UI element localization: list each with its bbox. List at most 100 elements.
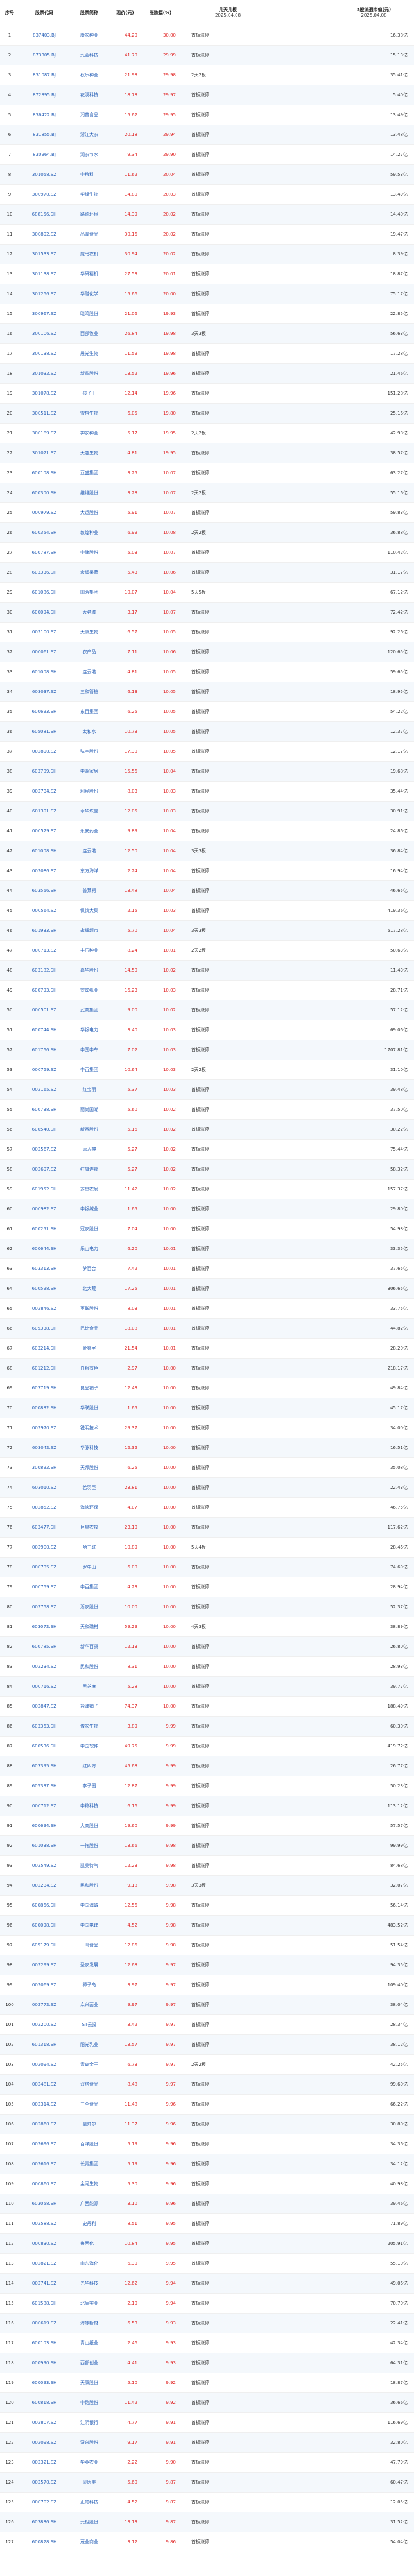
table-row[interactable]: 64 600598.SH 北大荒 17.25 10.01 首板涨停 306.65亿 xyxy=(0,1279,414,1299)
table-row[interactable]: 82 600785.SH 新华百货 12.13 10.00 首板涨停 26.80亿 xyxy=(0,1637,414,1657)
stock-code-link[interactable]: 600103.SH xyxy=(19,2333,69,2353)
table-row[interactable]: 76 603477.SH 巨星农牧 23.10 10.00 首板涨停 117.62亿 xyxy=(0,1518,414,1538)
table-row[interactable]: 7 830964.BJ 润农节水 9.34 29.90 首板涨停 14.27亿 xyxy=(0,145,414,165)
stock-name-link[interactable]: 双塔食品 xyxy=(69,2075,109,2095)
stock-name-link[interactable]: 李子园 xyxy=(69,1776,109,1796)
table-row[interactable]: 45 000564.SZ 供销大集 2.15 10.03 首板涨停 419.36亿 xyxy=(0,901,414,921)
header-stock-name[interactable]: 股票简称 xyxy=(69,0,109,26)
table-row[interactable]: 127 600828.SH 茂业商业 3.12 9.86 首板涨停 54.04亿 xyxy=(0,2532,414,2552)
stock-name-link[interactable]: 农产品 xyxy=(69,642,109,662)
stock-name-link[interactable]: 丰乐种业 xyxy=(69,941,109,961)
table-row[interactable]: 31 002100.SZ 天康生物 6.57 10.05 首板涨停 92.26亿 xyxy=(0,623,414,642)
table-row[interactable]: 26 600354.SH 敦煌种业 6.99 10.08 2天2板 36.88亿 xyxy=(0,523,414,543)
stock-code-link[interactable]: 603214.SH xyxy=(19,1339,69,1359)
stock-code-link[interactable]: 002234.SZ xyxy=(19,1657,69,1677)
stock-name-link[interactable]: 嘉华股份 xyxy=(69,961,109,981)
stock-code-link[interactable]: 600787.SH xyxy=(19,543,69,563)
table-row[interactable]: 85 002847.SZ 盐津铺子 74.37 10.00 首板涨停 188.49亿 xyxy=(0,1697,414,1717)
table-row[interactable]: 96 600098.SH 中国电建 4.52 9.98 首板涨停 483.52亿 xyxy=(0,1916,414,1936)
stock-code-link[interactable]: 301021.SZ xyxy=(19,443,69,463)
stock-code-link[interactable]: 601038.SH xyxy=(19,1836,69,1856)
stock-name-link[interactable]: 新赛股份 xyxy=(69,1120,109,1140)
stock-code-link[interactable]: 600785.SH xyxy=(19,1637,69,1657)
stock-name-link[interactable]: 中粮科工 xyxy=(69,165,109,185)
stock-name-link[interactable]: 天邦股份 xyxy=(69,1458,109,1478)
stock-name-link[interactable]: 哈三联 xyxy=(69,1538,109,1558)
stock-name-link[interactable]: 天康生物 xyxy=(69,623,109,642)
table-row[interactable]: 124 002570.SZ 贝因美 5.60 9.87 首板涨停 60.47亿 xyxy=(0,2473,414,2493)
stock-name-link[interactable]: 山东海化 xyxy=(69,2254,109,2274)
stock-code-link[interactable]: 002697.SZ xyxy=(19,1160,69,1180)
stock-name-link[interactable]: 青岛金王 xyxy=(69,2055,109,2075)
stock-code-link[interactable]: 000830.SZ xyxy=(19,2234,69,2254)
stock-code-link[interactable]: 603037.SZ xyxy=(19,682,69,702)
stock-code-link[interactable]: 603010.SZ xyxy=(19,1478,69,1498)
stock-code-link[interactable]: 000501.SZ xyxy=(19,1000,69,1020)
table-row[interactable]: 5 836422.BJ 润普食品 15.62 29.95 首板涨停 13.49亿 xyxy=(0,105,414,125)
table-row[interactable]: 103 002094.SZ 青岛金王 6.73 9.97 2天2板 42.25亿 xyxy=(0,2055,414,2075)
stock-name-link[interactable]: 英联股份 xyxy=(69,1299,109,1319)
stock-name-link[interactable]: 宜宾纸业 xyxy=(69,981,109,1000)
stock-name-link[interactable]: 大商股份 xyxy=(69,1816,109,1836)
stock-code-link[interactable]: 601212.SH xyxy=(19,1359,69,1378)
stock-name-link[interactable]: 路德环境 xyxy=(69,205,109,225)
stock-name-link[interactable]: 唐人神 xyxy=(69,1140,109,1160)
stock-code-link[interactable]: 002852.SZ xyxy=(19,1498,69,1518)
stock-code-link[interactable]: 000882.SH xyxy=(19,1398,69,1418)
stock-code-link[interactable]: 601086.SH xyxy=(19,583,69,603)
table-row[interactable]: 80 002758.SZ 浙农股份 10.00 10.00 首板涨停 52.37亿 xyxy=(0,1597,414,1617)
table-row[interactable]: 117 600103.SH 青山纸业 2.46 9.93 首板涨停 42.34亿 xyxy=(0,2333,414,2353)
table-row[interactable]: 110 603058.SH 广西能源 3.10 9.96 首板涨停 39.46亿 xyxy=(0,2194,414,2214)
stock-code-link[interactable]: 603313.SH xyxy=(19,1259,69,1279)
stock-code-link[interactable]: 873305.BJ xyxy=(19,46,69,65)
stock-name-link[interactable]: 苏垦农发 xyxy=(69,1180,109,1199)
table-row[interactable]: 9 300970.SZ 华绿生物 14.80 20.03 首板涨停 13.49亿 xyxy=(0,185,414,205)
stock-name-link[interactable]: 白银有色 xyxy=(69,1359,109,1378)
stock-name-link[interactable]: 红宝丽 xyxy=(69,1080,109,1100)
stock-name-link[interactable]: 民和股份 xyxy=(69,1657,109,1677)
stock-name-link[interactable]: 光华科技 xyxy=(69,2274,109,2294)
stock-code-link[interactable]: 002772.SZ xyxy=(19,1995,69,2015)
stock-name-link[interactable]: 太和水 xyxy=(69,722,109,742)
stock-code-link[interactable]: 600793.SH xyxy=(19,981,69,1000)
stock-name-link[interactable]: 华融化学 xyxy=(69,284,109,304)
stock-code-link[interactable]: 301032.SZ xyxy=(19,364,69,384)
stock-code-link[interactable]: 600828.SH xyxy=(19,2532,69,2552)
stock-code-link[interactable]: 603886.SH xyxy=(19,2512,69,2532)
stock-code-link[interactable]: 002321.SZ xyxy=(19,2453,69,2473)
stock-name-link[interactable]: 獐子岛 xyxy=(69,1975,109,1995)
stock-name-link[interactable]: 宏辉果蔬 xyxy=(69,563,109,583)
stock-name-link[interactable]: 新华百货 xyxy=(69,1637,109,1657)
table-row[interactable]: 74 603010.SZ 若羽臣 23.81 10.00 首板涨停 22.43亿 xyxy=(0,1478,414,1498)
stock-name-link[interactable]: 大运股份 xyxy=(69,503,109,523)
stock-name-link[interactable]: 傲农生物 xyxy=(69,1717,109,1737)
table-row[interactable]: 40 601391.SZ 萃华珠宝 12.05 10.03 首板涨停 30.91亿 xyxy=(0,802,414,821)
stock-name-link[interactable]: 天和磁材 xyxy=(69,1617,109,1637)
stock-name-link[interactable]: 连云港 xyxy=(69,841,109,861)
stock-name-link[interactable]: 罗牛山 xyxy=(69,1558,109,1577)
stock-name-link[interactable]: 中源家居 xyxy=(69,762,109,782)
table-row[interactable]: 114 002741.SZ 光华科技 12.62 9.94 首板涨停 49.06亿 xyxy=(0,2274,414,2294)
table-row[interactable]: 39 002734.SZ 利民股份 8.03 10.03 首板涨停 35.44亿 xyxy=(0,782,414,802)
table-row[interactable]: 101 002200.SZ ST云投 3.42 9.97 首板涨停 28.34亿 xyxy=(0,2015,414,2035)
stock-name-link[interactable]: 新柴股份 xyxy=(69,364,109,384)
stock-code-link[interactable]: 600098.SH xyxy=(19,1916,69,1936)
stock-name-link[interactable]: 国芳集团 xyxy=(69,583,109,603)
table-row[interactable]: 65 002846.SZ 英联股份 8.03 10.01 首板涨停 33.75亿 xyxy=(0,1299,414,1319)
stock-code-link[interactable]: 605338.SH xyxy=(19,1319,69,1339)
stock-code-link[interactable]: 601766.SH xyxy=(19,1040,69,1060)
table-row[interactable]: 66 605338.SH 巴比食品 18.08 10.01 首板涨停 44.82亿 xyxy=(0,1319,414,1339)
stock-code-link[interactable]: 002696.SZ xyxy=(19,2134,69,2154)
stock-name-link[interactable]: 茂业商业 xyxy=(69,2532,109,2552)
table-row[interactable]: 25 000979.SZ 大运股份 5.91 10.07 首板涨停 59.83亿 xyxy=(0,503,414,523)
stock-code-link[interactable]: 831855.BJ xyxy=(19,125,69,145)
table-row[interactable]: 108 002616.SZ 长青集团 5.19 9.96 首板涨停 34.12亿 xyxy=(0,2154,414,2174)
stock-name-link[interactable]: 良品铺子 xyxy=(69,1378,109,1398)
stock-code-link[interactable]: 601008.SH xyxy=(19,662,69,682)
stock-code-link[interactable]: 603058.SH xyxy=(19,2194,69,2214)
stock-code-link[interactable]: 002100.SZ xyxy=(19,623,69,642)
table-row[interactable]: 98 002299.SZ 圣农发展 12.68 9.97 首板涨停 94.35亿 xyxy=(0,1955,414,1975)
stock-name-link[interactable]: 维维股份 xyxy=(69,483,109,503)
table-row[interactable]: 121 002807.SZ 江阴银行 4.77 9.91 首板涨停 116.69亿 xyxy=(0,2413,414,2433)
stock-code-link[interactable]: 603566.SH xyxy=(19,881,69,901)
